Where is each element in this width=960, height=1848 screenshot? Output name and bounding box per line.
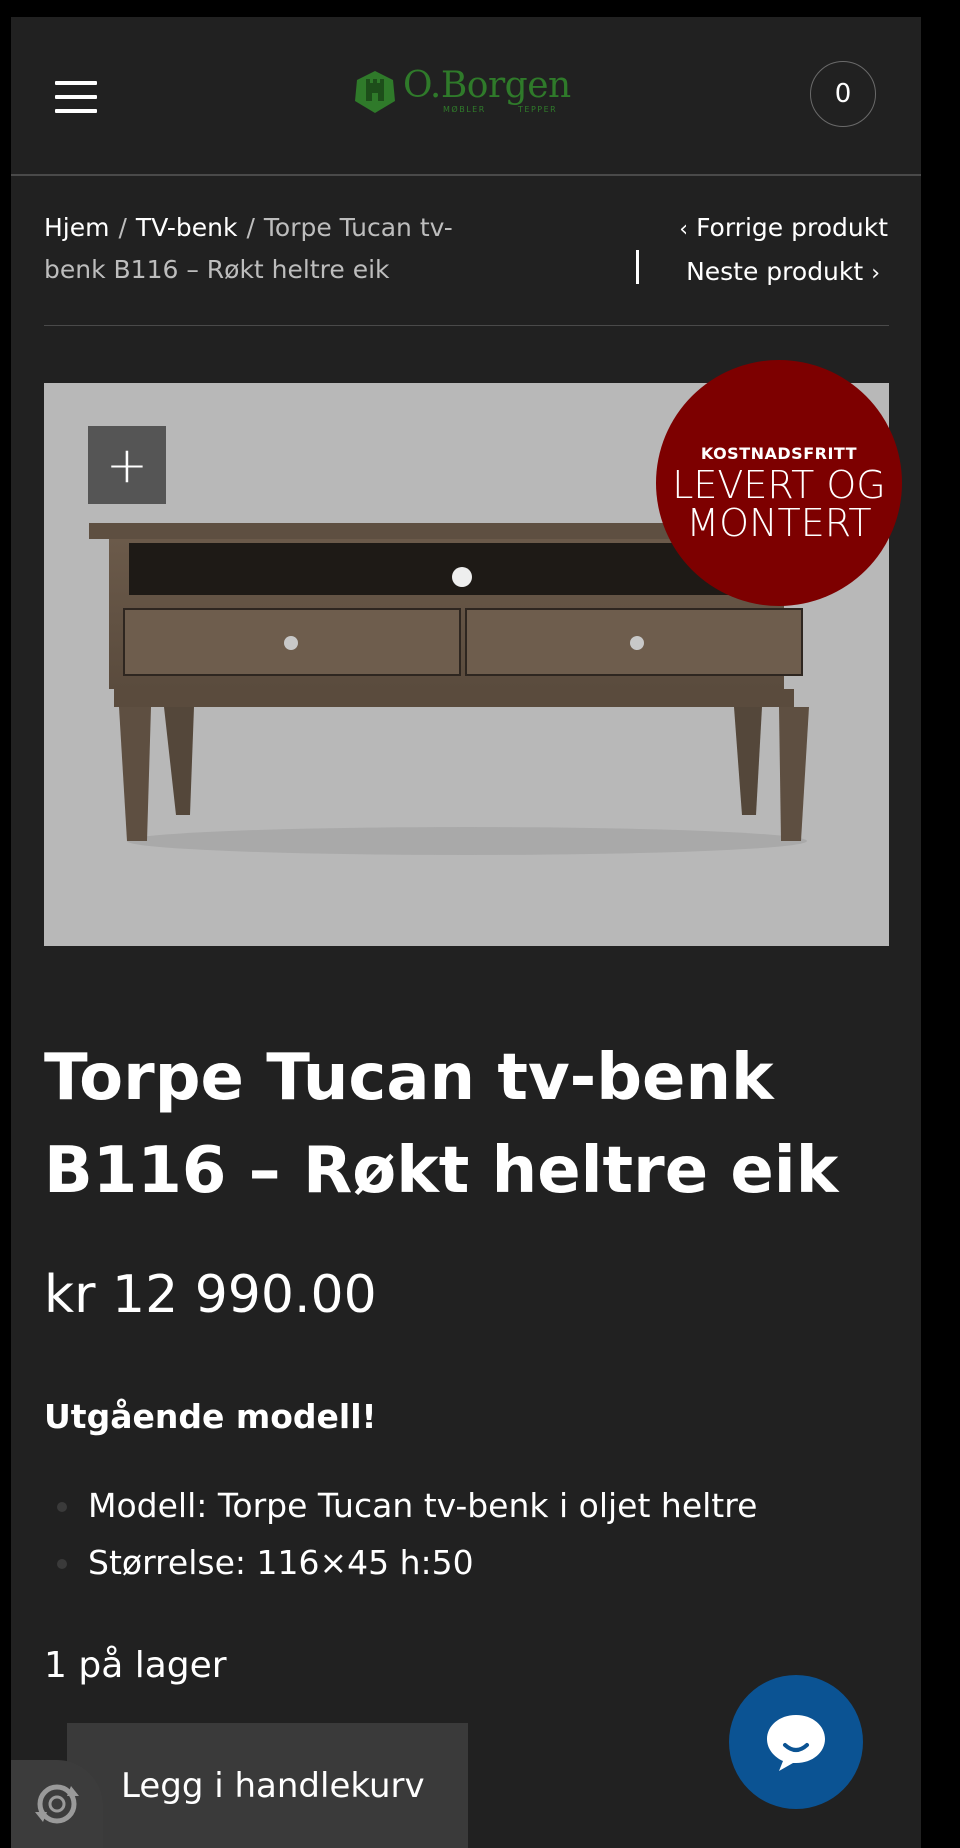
logo-subtext-right: TEPPER (518, 105, 558, 114)
free-delivery-badge: KOSTNADSFRITT LEVERT OG MONTERT (656, 360, 902, 606)
logo-text: O.Borgen (403, 65, 571, 106)
breadcrumb-category-link[interactable]: TV-benk (136, 213, 238, 242)
badge-line3: MONTERT (686, 501, 872, 545)
site-logo[interactable]: O.Borgen MØBLER TEPPER (353, 65, 593, 125)
zoom-plus-icon[interactable]: + (88, 426, 166, 504)
cart-button[interactable]: 0 (810, 61, 876, 127)
spec-item: Størrelse: 116×45 h:50 (44, 1534, 757, 1591)
chevron-left-icon: ‹ (679, 217, 689, 242)
breadcrumb-home-link[interactable]: Hjem (44, 213, 109, 242)
breadcrumb-separator: / (118, 213, 127, 242)
product-title: Torpe Tucan tv-benk B116 – Røkt heltre e… (44, 1041, 839, 1208)
product-navigation: ‹ Forrige produkt Neste produkt › (628, 207, 888, 295)
previous-product-label: Forrige produkt (696, 213, 888, 242)
stock-status: 1 på lager (44, 1645, 227, 1686)
chat-icon[interactable] (729, 1675, 863, 1809)
product-note: Utgående modell! (44, 1397, 377, 1436)
cart-count: 0 (834, 79, 852, 109)
divider (44, 325, 889, 326)
nav-divider (636, 250, 639, 284)
chevron-right-icon: › (871, 261, 880, 286)
badge-line1: KOSTNADSFRITT (700, 444, 858, 463)
logo-emblem-icon (355, 71, 395, 113)
add-to-cart-button[interactable]: Legg i handlekurv (67, 1723, 468, 1848)
page: O.Borgen MØBLER TEPPER 0 Hjem / TV-benk / To… (11, 17, 921, 1848)
logo-subtext-left: MØBLER (443, 105, 486, 114)
hamburger-icon[interactable] (55, 79, 97, 115)
next-product-link[interactable]: Neste produkt › (628, 251, 888, 295)
recaptcha-icon[interactable] (11, 1760, 103, 1848)
next-product-label: Neste produkt (686, 257, 864, 286)
site-header: O.Borgen MØBLER TEPPER 0 (11, 17, 921, 176)
product-specs: Modell: Torpe Tucan tv-benk i oljet helt… (44, 1477, 757, 1591)
breadcrumb-separator: / (246, 213, 255, 242)
breadcrumb: Hjem / TV-benk / Torpe Tucan tv-benk B116 – … (44, 207, 484, 291)
previous-product-link[interactable]: ‹ Forrige produkt (628, 207, 888, 251)
spec-item: Modell: Torpe Tucan tv-benk i oljet helt… (44, 1477, 757, 1534)
product-price: kr 12 990.00 (44, 1265, 377, 1325)
badge-line2: LEVERT OG (672, 463, 886, 507)
